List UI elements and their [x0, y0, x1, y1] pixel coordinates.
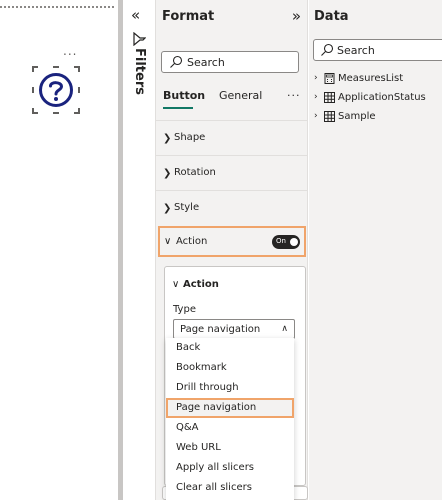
active-tab-indicator [163, 107, 193, 109]
report-canvas[interactable]: ... [0, 0, 118, 500]
dropdown-option-back[interactable]: Back [166, 338, 294, 358]
selection-handle[interactable] [53, 112, 59, 114]
filters-label[interactable]: Filters [132, 48, 147, 95]
dropdown-option-clear-all-slicers[interactable]: Clear all slicers [166, 478, 294, 498]
button-visual[interactable] [32, 66, 80, 114]
data-pane: Data Search › MeasuresList › Application… [309, 0, 442, 500]
format-search-input[interactable]: Search [161, 51, 299, 73]
section-shape[interactable]: ❯ Shape [156, 120, 308, 154]
dropdown-option-web-url[interactable]: Web URL [166, 438, 294, 458]
collapse-panes-button[interactable]: « [131, 6, 140, 24]
data-pane-title: Data [314, 9, 349, 24]
chevron-down-icon: ∨ [164, 236, 172, 247]
visual-more-options[interactable]: ... [63, 44, 77, 58]
type-label: Type [173, 304, 196, 315]
selection-handle[interactable] [78, 87, 80, 93]
selection-handle[interactable] [74, 108, 80, 114]
type-select[interactable]: Page navigation ∧ [173, 319, 295, 339]
data-item-label: MeasuresList [338, 73, 404, 84]
chevron-right-icon[interactable]: › [314, 111, 318, 121]
chevron-down-icon[interactable]: ∨ [172, 279, 179, 290]
action-card-title[interactable]: Action [183, 279, 219, 290]
expand-pane-button[interactable]: » [292, 7, 301, 25]
data-item-label: Sample [338, 111, 376, 122]
chevron-right-icon[interactable]: › [314, 73, 318, 83]
dropdown-option-bookmark[interactable]: Bookmark [166, 358, 294, 378]
section-label: Style [174, 202, 200, 213]
calculator-table-icon [324, 73, 335, 84]
dropdown-option-apply-all-slicers[interactable]: Apply all slicers [166, 458, 294, 478]
chevron-right-icon: ❯ [163, 203, 172, 214]
type-dropdown-list: Back Bookmark Drill through Page navigat… [166, 338, 294, 500]
type-selected-value: Page navigation [180, 324, 261, 335]
filters-pane-collapsed[interactable]: « Filters [123, 0, 156, 500]
selection-handle[interactable] [32, 108, 38, 114]
search-icon [321, 43, 334, 56]
toggle-knob [290, 238, 298, 246]
format-tabs: Button General ··· [163, 89, 303, 109]
toggle-label: On [276, 237, 286, 245]
canvas-dotted-border [0, 6, 114, 8]
more-options-icon[interactable]: ··· [287, 89, 301, 102]
chevron-up-icon: ∧ [281, 324, 288, 334]
section-action[interactable]: ∨ Action On [158, 226, 306, 257]
dropdown-option-drill-through[interactable]: Drill through [166, 378, 294, 398]
data-item-label: ApplicationStatus [338, 92, 426, 103]
search-placeholder: Search [337, 44, 375, 57]
format-pane-title: Format [162, 9, 215, 24]
selection-handle[interactable] [74, 66, 80, 72]
dropdown-option-qa[interactable]: Q&A [166, 418, 294, 438]
section-rotation[interactable]: ❯ Rotation [156, 155, 308, 189]
selection-handle[interactable] [32, 87, 34, 93]
section-label: Shape [174, 132, 206, 143]
chevron-right-icon[interactable]: › [314, 92, 318, 102]
tab-button[interactable]: Button [163, 89, 205, 102]
tab-general[interactable]: General [219, 89, 262, 102]
question-mark-circle-icon [39, 73, 73, 107]
table-icon [324, 111, 335, 122]
action-toggle[interactable]: On [272, 235, 300, 249]
dropdown-option-page-navigation[interactable]: Page navigation [166, 398, 294, 418]
chevron-right-icon: ❯ [163, 133, 172, 144]
section-label: Rotation [174, 167, 216, 178]
selection-handle[interactable] [53, 66, 59, 68]
section-style[interactable]: ❯ Style [156, 190, 308, 224]
section-label: Action [176, 236, 208, 247]
search-placeholder: Search [187, 56, 225, 69]
filter-funnel-icon [133, 32, 146, 46]
table-icon [324, 92, 335, 103]
data-search-input[interactable]: Search [313, 39, 442, 61]
search-icon [170, 55, 183, 68]
chevron-right-icon: ❯ [163, 168, 172, 179]
